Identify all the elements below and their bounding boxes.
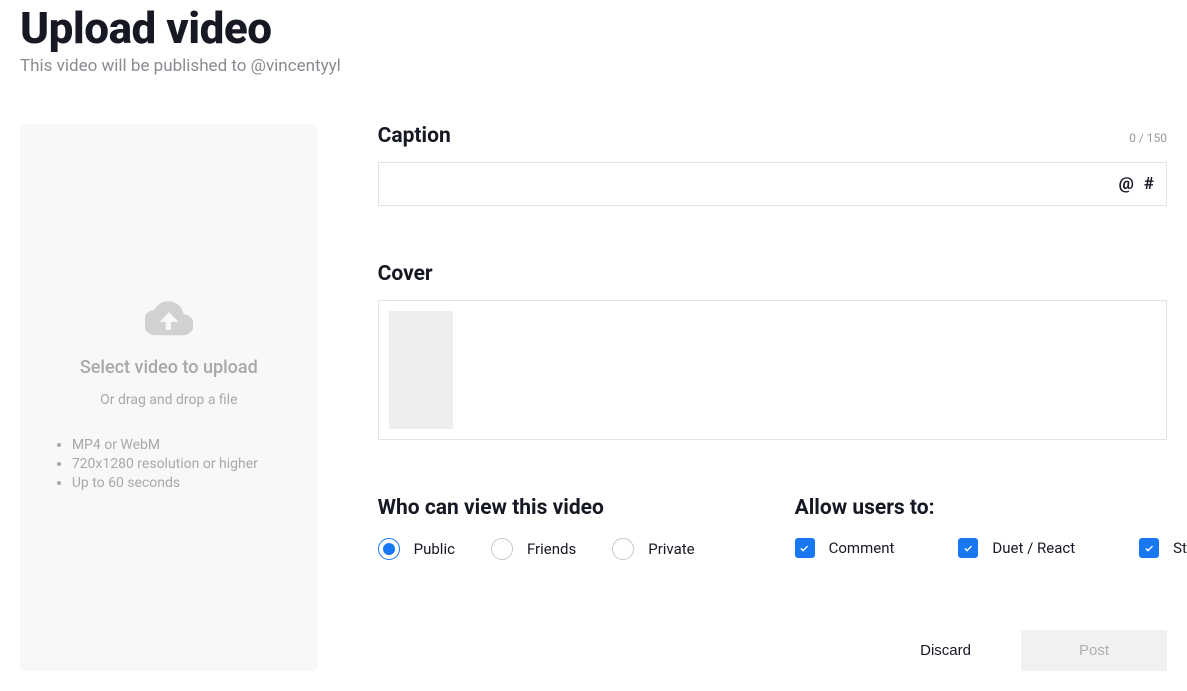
upload-spec-item: 720x1280 resolution or higher — [72, 455, 284, 474]
permission-option-stitch[interactable]: Stitch — [1139, 538, 1187, 558]
upload-title: Select video to upload — [80, 357, 258, 378]
cover-label: Cover — [378, 262, 1167, 286]
caption-input[interactable] — [389, 163, 1109, 205]
visibility-option-label: Private — [648, 540, 694, 558]
permissions-label: Allow users to: — [795, 496, 1187, 520]
visibility-option-label: Friends — [527, 540, 576, 558]
upload-specs-list: MP4 or WebM 720x1280 resolution or highe… — [54, 436, 284, 493]
radio-icon — [612, 538, 634, 560]
checkbox-checked-icon — [795, 538, 815, 558]
caption-label: Caption — [378, 124, 451, 148]
hashtag-icon[interactable]: # — [1144, 174, 1154, 194]
upload-spec-item: Up to 60 seconds — [72, 474, 284, 493]
permission-option-duet[interactable]: Duet / React — [958, 538, 1075, 558]
permission-option-label: Duet / React — [992, 539, 1075, 557]
caption-field-wrapper: @ # — [378, 162, 1167, 206]
checkbox-checked-icon — [958, 538, 978, 558]
permission-option-label: Stitch — [1173, 539, 1187, 557]
upload-cloud-icon — [145, 299, 193, 341]
cover-picker[interactable] — [378, 300, 1167, 440]
cover-thumbnail-placeholder — [389, 311, 453, 429]
checkbox-checked-icon — [1139, 538, 1159, 558]
post-button[interactable]: Post — [1021, 630, 1167, 671]
mention-icon[interactable]: @ — [1119, 174, 1134, 194]
discard-button[interactable]: Discard — [910, 630, 981, 671]
caption-counter: 0 / 150 — [1129, 131, 1167, 145]
visibility-label: Who can view this video — [378, 496, 695, 520]
page-subtitle: This video will be published to @vincent… — [20, 56, 1167, 76]
permission-option-label: Comment — [829, 539, 895, 557]
upload-subtitle: Or drag and drop a file — [100, 392, 237, 408]
permission-option-comment[interactable]: Comment — [795, 538, 895, 558]
visibility-option-public[interactable]: Public — [378, 538, 455, 560]
visibility-option-label: Public — [414, 540, 455, 558]
radio-icon — [491, 538, 513, 560]
upload-dropzone[interactable]: Select video to upload Or drag and drop … — [20, 124, 318, 671]
page-title: Upload video — [20, 2, 1167, 54]
radio-icon — [378, 538, 400, 560]
upload-spec-item: MP4 or WebM — [72, 436, 284, 455]
visibility-option-friends[interactable]: Friends — [491, 538, 576, 560]
visibility-option-private[interactable]: Private — [612, 538, 694, 560]
